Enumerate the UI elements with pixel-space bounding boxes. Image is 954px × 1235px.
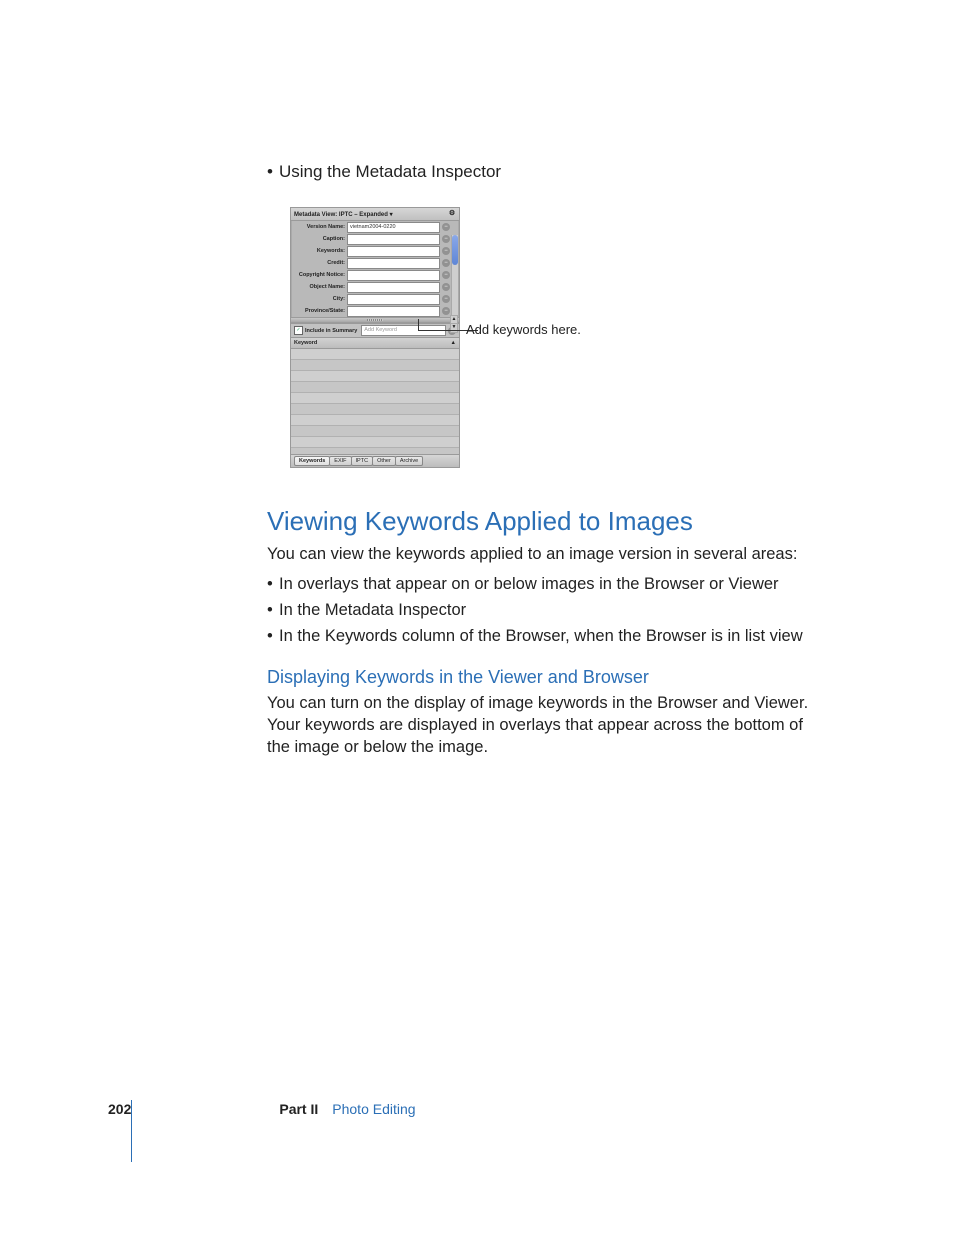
field-label: Version Name:	[293, 224, 347, 230]
bullet-item: •In the Keywords column of the Browser, …	[267, 623, 827, 649]
list-item[interactable]	[291, 437, 459, 448]
intro-bullet: •Using the Metadata Inspector	[267, 160, 867, 184]
panel-header: Metadata View: IPTC – Expanded ▾ ⚙	[291, 208, 459, 221]
panel-title[interactable]: Metadata View: IPTC – Expanded ▾	[294, 211, 393, 218]
minus-icon[interactable]: −	[442, 235, 450, 243]
caption-input[interactable]	[347, 234, 440, 245]
intro-bullet-text: Using the Metadata Inspector	[279, 162, 501, 181]
list-item[interactable]	[291, 426, 459, 437]
bullet-item: •In the Metadata Inspector	[267, 597, 827, 623]
copyright-input[interactable]	[347, 270, 440, 281]
list-item[interactable]	[291, 404, 459, 415]
field-label: Caption:	[293, 236, 347, 242]
field-label: City:	[293, 296, 347, 302]
credit-input[interactable]	[347, 258, 440, 269]
object-name-input[interactable]	[347, 282, 440, 293]
page-number: 202	[108, 1101, 131, 1117]
heading-1: Viewing Keywords Applied to Images	[267, 506, 827, 537]
province-input[interactable]	[347, 306, 440, 317]
list-item[interactable]	[291, 382, 459, 393]
minus-icon[interactable]: −	[442, 223, 450, 231]
list-item[interactable]	[291, 393, 459, 404]
callout-text: Add keywords here.	[466, 322, 581, 337]
list-item[interactable]	[291, 349, 459, 360]
tab-exif[interactable]: EXIF	[329, 456, 351, 466]
scroll-down-icon[interactable]: ▼	[450, 323, 458, 333]
keywords-input[interactable]	[347, 246, 440, 257]
tab-iptc[interactable]: IPTC	[351, 456, 374, 466]
field-label: Credit:	[293, 260, 347, 266]
body-text: You can view the keywords applied to an …	[267, 543, 827, 565]
include-summary-label: Include in Summary	[305, 328, 357, 334]
city-input[interactable]	[347, 294, 440, 305]
minus-icon[interactable]: −	[442, 271, 450, 279]
include-summary-checkbox[interactable]: ✓	[294, 326, 303, 335]
minus-icon[interactable]: −	[442, 295, 450, 303]
sort-icon[interactable]: ▲	[451, 340, 456, 346]
field-label: Object Name:	[293, 284, 347, 290]
bullet-item: •In overlays that appear on or below ima…	[267, 571, 827, 597]
part-title: Photo Editing	[332, 1101, 415, 1117]
list-item[interactable]	[291, 371, 459, 382]
minus-icon[interactable]: −	[442, 307, 450, 315]
field-label: Keywords:	[293, 248, 347, 254]
list-item[interactable]	[291, 360, 459, 371]
gear-icon[interactable]: ⚙	[448, 210, 456, 218]
tab-other[interactable]: Other	[372, 456, 396, 466]
scrollbar-thumb[interactable]	[452, 235, 458, 265]
tab-bar: Keywords EXIF IPTC Other Archive	[291, 454, 459, 467]
field-label: Copyright Notice:	[293, 272, 347, 278]
minus-icon[interactable]: −	[442, 247, 450, 255]
version-name-input[interactable]: vietnam2004-0220	[347, 222, 440, 233]
page-footer: 202 Part II Photo Editing	[108, 1101, 416, 1117]
minus-icon[interactable]: −	[442, 259, 450, 267]
field-label: Province/State:	[293, 308, 347, 314]
heading-2: Displaying Keywords in the Viewer and Br…	[267, 667, 827, 688]
list-item[interactable]	[291, 415, 459, 426]
margin-rule	[131, 1100, 132, 1162]
tab-keywords[interactable]: Keywords	[294, 456, 330, 466]
minus-icon[interactable]: −	[442, 283, 450, 291]
keyword-column-header[interactable]: Keyword	[294, 340, 317, 346]
part-label: Part II	[279, 1101, 318, 1117]
tab-archive[interactable]: Archive	[395, 456, 423, 466]
keyword-list	[291, 349, 459, 454]
metadata-inspector-screenshot: Metadata View: IPTC – Expanded ▾ ⚙ Versi…	[290, 207, 462, 462]
body-text: You can turn on the display of image key…	[267, 692, 827, 758]
